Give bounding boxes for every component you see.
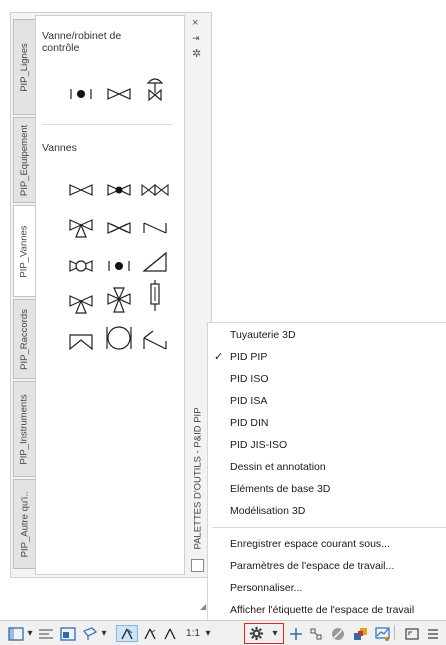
tab-pip-instruments[interactable]: PIP_Instruments — [13, 381, 35, 477]
tab-pip-raccords[interactable]: PIP_Raccords — [13, 299, 35, 379]
menu-item-label: Modélisation 3D — [230, 505, 306, 517]
menu-item-label: PID ISO — [230, 373, 269, 385]
plug-valve-tool[interactable] — [66, 252, 96, 280]
palette-tabs: PIP_Lignes PIP_Equipement PIP_Vannes PIP… — [11, 13, 35, 577]
plus-icon[interactable] — [286, 625, 306, 642]
three-way-valve-down-tool[interactable] — [66, 290, 96, 318]
ball-valve-tool[interactable] — [104, 324, 134, 352]
globe-valve-tool[interactable] — [104, 176, 134, 204]
hardware-acceleration-icon[interactable] — [328, 625, 348, 642]
menu-item-label: PID JIS-ISO — [230, 439, 288, 451]
menu-separator — [212, 527, 446, 528]
menu-item-label: PID ISA — [230, 395, 268, 407]
tab-label: PIP_Vannes — [19, 224, 30, 278]
chevron-down-icon[interactable]: ▾ — [270, 625, 280, 642]
menu-item-label: Personnaliser... — [230, 582, 303, 594]
palette-title-text: PALETTES D'OUTILS - P&ID PIP — [192, 406, 204, 550]
autohide-icon[interactable]: ⇥ — [192, 33, 200, 44]
viewport-icon[interactable] — [58, 625, 78, 642]
chevron-down-icon[interactable]: ▾ — [26, 625, 34, 642]
four-way-valve-tool[interactable] — [104, 286, 134, 314]
angle-valve-tool[interactable] — [140, 248, 170, 276]
menu-item-label: Tuyauterie 3D — [230, 329, 296, 341]
relief-valve-tool[interactable] — [140, 280, 170, 311]
tab-label: PIP_Lignes — [19, 42, 30, 92]
menu-item-pid-pip[interactable]: ✓ PID PIP — [208, 346, 446, 368]
needle-valve-tool[interactable] — [104, 214, 134, 242]
status-bar: ▾ ▾ 1:1 ▾ ▾ — [0, 620, 446, 645]
menu-item-tuyauterie-3d[interactable]: Tuyauterie 3D — [208, 324, 446, 346]
tab-label: PIP_Raccords — [19, 308, 31, 370]
menu-item-pid-jis-iso[interactable]: PID JIS-ISO — [208, 434, 446, 456]
menu-item-label: Eléments de base 3D — [230, 483, 331, 495]
graphics-performance-icon[interactable] — [372, 625, 392, 642]
isometric-icon[interactable] — [80, 625, 100, 642]
tab-label: PIP_Equipement — [19, 124, 31, 196]
tab-pip-vannes[interactable]: PIP_Vannes — [13, 205, 35, 297]
menu-item-dessin-annotation[interactable]: Dessin et annotation — [208, 456, 446, 478]
menu-item-pid-isa[interactable]: PID ISA — [208, 390, 446, 412]
menu-item-label: Afficher l'étiquette de l'espace de trav… — [230, 604, 415, 616]
diaphragm-valve-tool[interactable] — [66, 328, 96, 356]
workspace-menu: Tuyauterie 3D ✓ PID PIP PID ISO PID ISA … — [207, 322, 446, 626]
properties-icon[interactable]: ✲ — [192, 47, 201, 60]
customization-menu-icon[interactable] — [424, 625, 442, 642]
fullscreen-icon[interactable] — [402, 625, 422, 642]
section-title-valves: Vannes — [42, 142, 77, 154]
auto-scale-icon[interactable] — [140, 625, 160, 642]
clean-screen-icon[interactable] — [350, 625, 370, 642]
tab-pip-autre[interactable]: PIP_Autre qu'i.. — [13, 479, 35, 569]
menu-item-label: Paramètres de l'espace de travail... — [230, 560, 395, 572]
control-valve-tool[interactable] — [104, 252, 134, 280]
menu-item-elements-base-3d[interactable]: Eléments de base 3D — [208, 478, 446, 500]
actuated-valve-tool[interactable] — [140, 76, 170, 104]
palette-content: Vanne/robinet de contrôle Vannes — [35, 15, 185, 575]
annotation-visibility-icon[interactable] — [116, 625, 138, 642]
tab-pip-lignes[interactable]: PIP_Lignes — [13, 19, 35, 115]
check-valve-tool[interactable] — [140, 214, 170, 242]
palette-options-icon[interactable] — [191, 559, 204, 572]
tab-label: PIP_Autre qu'i.. — [19, 491, 30, 557]
close-icon[interactable]: × — [192, 17, 198, 29]
grid-lines-icon[interactable] — [36, 625, 56, 642]
scale-label[interactable]: 1:1 — [182, 625, 204, 642]
resize-grip-icon: ◢ — [200, 602, 207, 611]
model-layout-icon[interactable] — [6, 625, 26, 642]
menu-item-label: PID PIP — [230, 351, 268, 363]
section-title-control-valve: Vanne/robinet de contrôle — [42, 30, 122, 54]
tab-pip-equipement[interactable]: PIP_Equipement — [13, 117, 35, 203]
double-gate-valve-tool[interactable] — [140, 176, 170, 204]
check-icon: ✓ — [214, 351, 224, 363]
menu-item-pid-din[interactable]: PID DIN — [208, 412, 446, 434]
angle-check-valve-tool[interactable] — [140, 326, 170, 354]
menu-item-save-workspace-as[interactable]: Enregistrer espace courant sous... — [208, 533, 446, 555]
menu-item-modelisation-3d[interactable]: Modélisation 3D — [208, 500, 446, 522]
menu-item-pid-iso[interactable]: PID ISO — [208, 368, 446, 390]
tool-palette: PIP_Lignes PIP_Equipement PIP_Vannes PIP… — [10, 12, 212, 578]
menu-item-label: PID DIN — [230, 417, 269, 429]
chevron-down-icon[interactable]: ▾ — [100, 625, 108, 642]
gate-valve-tool[interactable] — [104, 80, 134, 108]
menu-item-workspace-settings[interactable]: Paramètres de l'espace de travail... — [208, 555, 446, 577]
section-separator — [42, 124, 172, 125]
isolate-objects-icon[interactable] — [306, 625, 326, 642]
control-valve-tool[interactable] — [66, 80, 96, 108]
workspace-gear-icon[interactable] — [244, 625, 268, 642]
gate-valve-tool[interactable] — [66, 176, 96, 204]
palette-title: PALETTES D'OUTILS - P&ID PIP — [187, 393, 209, 563]
menu-item-show-workspace-label[interactable]: Afficher l'étiquette de l'espace de trav… — [208, 599, 446, 621]
menu-item-customize[interactable]: Personnaliser... — [208, 577, 446, 599]
annotation-scale-icon[interactable] — [160, 625, 180, 642]
tab-label: PIP_Instruments — [19, 393, 31, 465]
chevron-down-icon[interactable]: ▾ — [204, 625, 212, 642]
menu-item-label: Enregistrer espace courant sous... — [230, 538, 390, 550]
three-way-valve-tool[interactable] — [66, 214, 96, 242]
status-separator — [394, 625, 398, 640]
menu-item-label: Dessin et annotation — [230, 461, 326, 473]
